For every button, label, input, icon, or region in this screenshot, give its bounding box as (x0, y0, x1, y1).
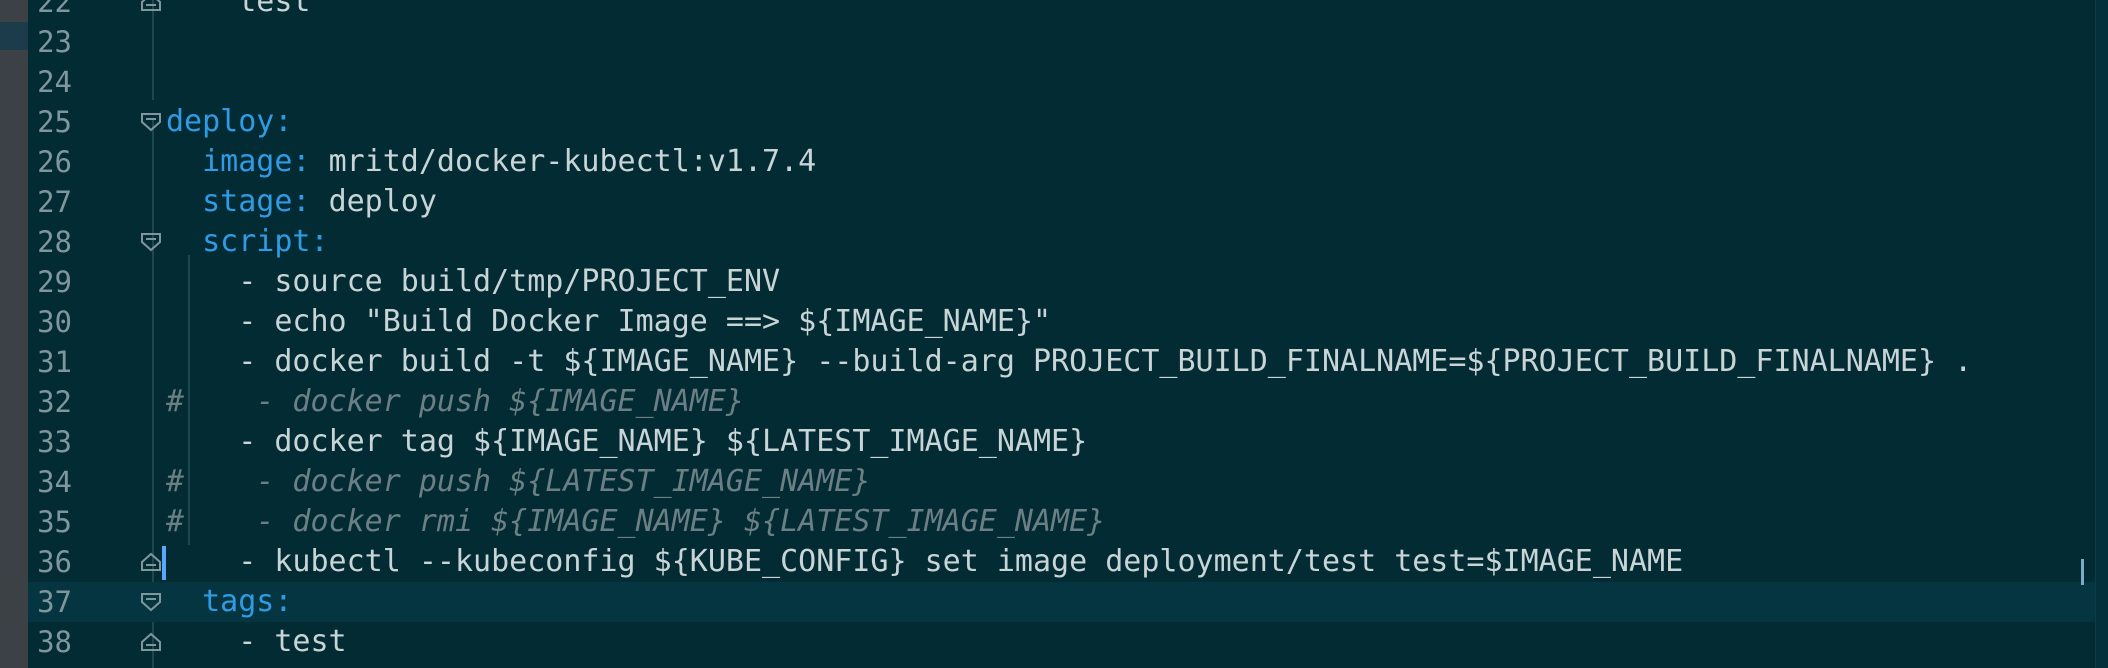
comment-text: # - docker push ${IMAGE_NAME} (166, 384, 744, 419)
yaml-value: - docker build -t ${IMAGE_NAME} --build-… (238, 344, 1973, 379)
yaml-key: deploy: (166, 104, 293, 139)
yaml-key: tags: (202, 584, 293, 619)
line-code: # - docker push ${LATEST_IMAGE_NAME} (166, 462, 870, 502)
yaml-value: test (238, 0, 311, 19)
code-line[interactable]: 35 # - docker rmi ${IMAGE_NAME} ${LATEST_… (28, 502, 2096, 542)
line-code: test (166, 0, 311, 22)
editor-side-panel (0, 0, 28, 668)
line-number: 29 (37, 265, 72, 299)
code-line[interactable]: 29 - source build/tmp/PROJECT_ENV (28, 262, 2096, 302)
fold-end-icon[interactable] (140, 632, 162, 652)
line-number: 22 (37, 0, 72, 19)
line-number: 37 (37, 585, 72, 619)
line-number: 33 (37, 425, 72, 459)
line-code: - kubectl --kubeconfig ${KUBE_CONFIG} se… (166, 542, 1683, 582)
line-number: 23 (37, 25, 72, 59)
side-panel-marker (0, 22, 28, 50)
fold-open-icon[interactable] (140, 232, 162, 252)
scroll-position-marker (2081, 559, 2084, 585)
fold-open-icon[interactable] (140, 112, 162, 132)
code-line[interactable]: 24 (28, 62, 2096, 102)
yaml-value: mritd/docker-kubectl:v1.7.4 (328, 144, 817, 179)
yaml-key: stage: (202, 184, 329, 219)
code-line[interactable]: 28 script: (28, 222, 2096, 262)
line-code: stage: deploy (166, 182, 437, 222)
line-number: 24 (37, 65, 72, 99)
line-number: 26 (37, 145, 72, 179)
code-line[interactable]: 30 - echo "Build Docker Image ==> ${IMAG… (28, 302, 2096, 342)
line-code: tags: (166, 582, 292, 622)
code-line[interactable]: 34 # - docker push ${LATEST_IMAGE_NAME} (28, 462, 2096, 502)
code-line[interactable]: 26 image: mritd/docker-kubectl:v1.7.4 (28, 142, 2096, 182)
code-line[interactable]: 27 stage: deploy (28, 182, 2096, 222)
line-code: - docker tag ${IMAGE_NAME} ${LATEST_IMAG… (166, 422, 1087, 462)
code-editor[interactable]: 22 test 23 24 25 deploy: 26 image: mritd/dock… (0, 0, 2108, 668)
line-number: 34 (37, 465, 72, 499)
line-code: - source build/tmp/PROJECT_ENV (166, 262, 780, 302)
editor-scrollbar[interactable] (2095, 0, 2108, 668)
yaml-value: deploy (328, 184, 437, 219)
line-number: 31 (37, 345, 72, 379)
text-caret (162, 546, 166, 580)
line-number: 38 (37, 625, 72, 659)
line-code: # - docker push ${IMAGE_NAME} (166, 382, 744, 422)
code-line[interactable]: 22 test (28, 0, 2096, 22)
fold-open-icon[interactable] (140, 592, 162, 612)
code-line[interactable]: 37 tags: (28, 582, 2096, 622)
yaml-value: - echo "Build Docker Image ==> ${IMAGE_N… (238, 304, 1052, 339)
code-line[interactable]: 23 (28, 22, 2096, 62)
line-number: 25 (37, 105, 72, 139)
comment-text: # - docker push ${LATEST_IMAGE_NAME} (166, 464, 871, 499)
code-line[interactable]: 25 deploy: (28, 102, 2096, 142)
yaml-value: - docker tag ${IMAGE_NAME} ${LATEST_IMAG… (238, 424, 1088, 459)
line-number: 35 (37, 505, 72, 539)
yaml-value: - source build/tmp/PROJECT_ENV (238, 264, 781, 299)
code-line[interactable]: 33 - docker tag ${IMAGE_NAME} ${LATEST_I… (28, 422, 2096, 462)
line-code: - echo "Build Docker Image ==> ${IMAGE_N… (166, 302, 1051, 342)
code-line[interactable]: 38 - test (28, 622, 2096, 662)
yaml-value: - test (238, 624, 347, 659)
line-code: script: (166, 222, 329, 262)
fold-end-icon[interactable] (140, 0, 162, 12)
line-code: - test (166, 622, 347, 662)
code-line[interactable]: 31 - docker build -t ${IMAGE_NAME} --bui… (28, 342, 2096, 382)
yaml-key: script: (202, 224, 329, 259)
line-number: 30 (37, 305, 72, 339)
comment-text: # - docker rmi ${IMAGE_NAME} ${LATEST_IM… (166, 504, 1106, 539)
code-line[interactable]: 36 - kubectl --kubeconfig ${KUBE_CONFIG}… (28, 542, 2096, 582)
line-number: 27 (37, 185, 72, 219)
line-code: deploy: (166, 102, 292, 142)
line-code: # - docker rmi ${IMAGE_NAME} ${LATEST_IM… (166, 502, 1105, 542)
yaml-key: image: (202, 144, 329, 179)
fold-end-icon[interactable] (140, 552, 162, 572)
code-line[interactable]: 32 # - docker push ${IMAGE_NAME} (28, 382, 2096, 422)
line-number: 28 (37, 225, 72, 259)
yaml-value: - kubectl --kubeconfig ${KUBE_CONFIG} se… (238, 544, 1684, 579)
line-number: 32 (37, 385, 72, 419)
line-code: image: mritd/docker-kubectl:v1.7.4 (166, 142, 816, 182)
line-code: - docker build -t ${IMAGE_NAME} --build-… (166, 342, 1972, 382)
line-number: 36 (37, 545, 72, 579)
